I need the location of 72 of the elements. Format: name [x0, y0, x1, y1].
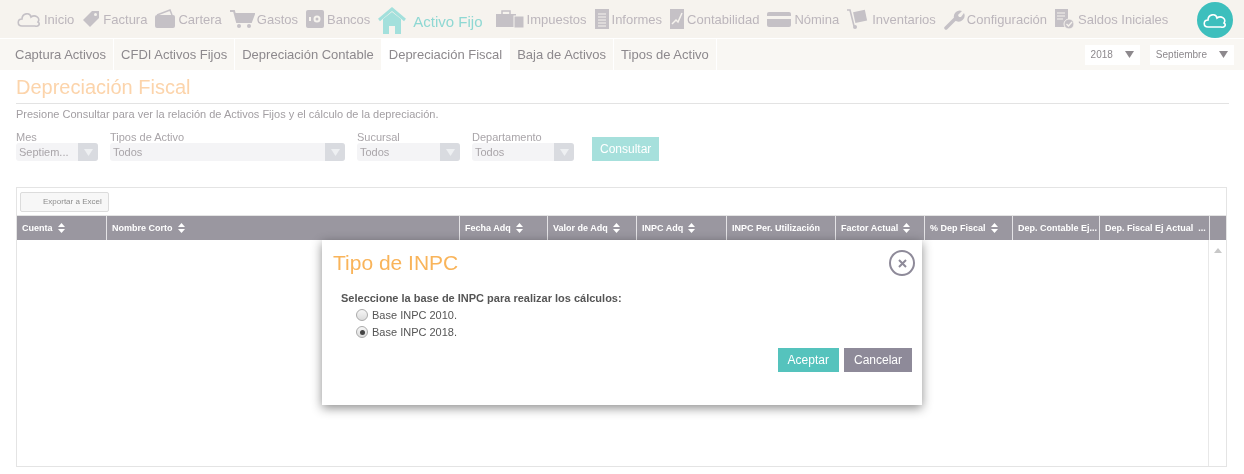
sort-icon	[177, 223, 185, 233]
sort-icon	[688, 223, 696, 233]
nav-item[interactable]: Inicio	[16, 10, 75, 28]
nav-item[interactable]: Contabilidad	[669, 8, 760, 30]
radio-label[interactable]: Base INPC 2010.	[372, 309, 457, 321]
cloud-icon	[1202, 11, 1228, 29]
scroll-up-icon	[1213, 248, 1222, 253]
cancel-button[interactable]: Cancelar	[843, 348, 912, 372]
sub-tab[interactable]: Depreciación Contable	[235, 39, 382, 70]
more-text: ...	[1198, 223, 1206, 233]
tag-icon	[81, 9, 102, 29]
sub-tab[interactable]: Captura Activos	[8, 39, 115, 70]
filter-label: Departamento	[472, 131, 543, 143]
radio-label[interactable]: Base INPC 2018.	[372, 326, 457, 338]
sort-icon	[57, 223, 65, 233]
nav-item[interactable]: Configuración	[942, 8, 1047, 30]
sort-icon	[990, 223, 998, 233]
filter-label: Mes	[16, 131, 38, 143]
accept-button[interactable]: Aceptar	[777, 348, 839, 372]
instructions-text: Presione Consultar para ver la relación de Activos Fijos y el cálculo de la depreciación.	[16, 108, 440, 120]
year-select[interactable]: 2018	[1084, 44, 1140, 65]
radio-button[interactable]	[356, 309, 368, 321]
cart-icon	[228, 9, 255, 29]
month-select[interactable]: Septiembre	[1149, 44, 1234, 65]
close-icon	[897, 258, 907, 268]
sort-icon	[515, 223, 523, 233]
consult-button[interactable]: Consultar	[592, 137, 660, 161]
nav-item[interactable]: Cartera	[154, 9, 222, 29]
export-excel-button[interactable]: Exportar a Excel	[20, 191, 109, 212]
checked-document-icon	[1054, 8, 1076, 30]
wrench-icon	[942, 8, 965, 30]
sub-tab[interactable]: Tipos de Activo	[614, 39, 717, 70]
nav-item[interactable]: Inventarios	[846, 8, 936, 30]
briefcase-icon	[494, 9, 525, 29]
nav-item[interactable]: Gastos	[228, 9, 298, 29]
dropdown-arrow-icon	[1124, 51, 1134, 58]
column-header[interactable]: Cuenta	[17, 216, 107, 240]
nav-item[interactable]: Impuestos	[494, 9, 587, 29]
column-header[interactable]: Dep. Contable Ej...	[1013, 216, 1100, 240]
card-icon	[766, 10, 793, 28]
cloud-button[interactable]	[1197, 2, 1233, 38]
close-button[interactable]	[889, 250, 915, 276]
cloud-icon	[16, 10, 42, 28]
radio-button[interactable]	[356, 326, 368, 338]
filter-select[interactable]: Septiem...	[16, 143, 98, 161]
nav-item[interactable]: Nómina	[766, 10, 840, 28]
nav-item[interactable]: Informes	[593, 8, 663, 30]
chart-document-icon	[669, 8, 686, 30]
dialog-prompt: Seleccione la base de INPC para realizar los cálculos:	[341, 292, 623, 304]
sub-tab[interactable]: Baja de Activos	[510, 39, 615, 70]
column-header[interactable]: Dep. Fiscal Ej Actual ...	[1100, 216, 1210, 240]
sub-tab[interactable]: Depreciación Fiscal	[381, 39, 511, 70]
filter-select[interactable]: Todos	[110, 143, 345, 161]
nav-item[interactable]: Bancos	[305, 9, 371, 29]
sort-icon	[903, 223, 911, 233]
safe-icon	[305, 9, 325, 29]
wallet-icon	[154, 9, 177, 29]
dialog-title: Tipo de INPC	[333, 251, 459, 275]
sort-icon	[612, 223, 620, 233]
nav-item[interactable]: Saldos Iniciales	[1054, 8, 1169, 30]
nav-item[interactable]: Factura	[81, 9, 148, 29]
filter-label: Sucursal	[357, 131, 401, 143]
page-title: Depreciación Fiscal	[16, 76, 1229, 104]
dropdown-arrow-icon	[1219, 51, 1228, 58]
filter-label: Tipos de Activo	[110, 131, 186, 143]
filter-select[interactable]: Todos	[472, 143, 574, 161]
house-icon	[377, 7, 408, 35]
filter-select[interactable]: Todos	[357, 143, 460, 161]
document-icon	[593, 8, 610, 30]
column-header[interactable]: % Dep Fiscal	[925, 216, 1013, 240]
nav-item[interactable]: Activo Fijo	[377, 3, 483, 35]
sub-tab[interactable]: CFDI Activos Fijos	[114, 39, 236, 70]
